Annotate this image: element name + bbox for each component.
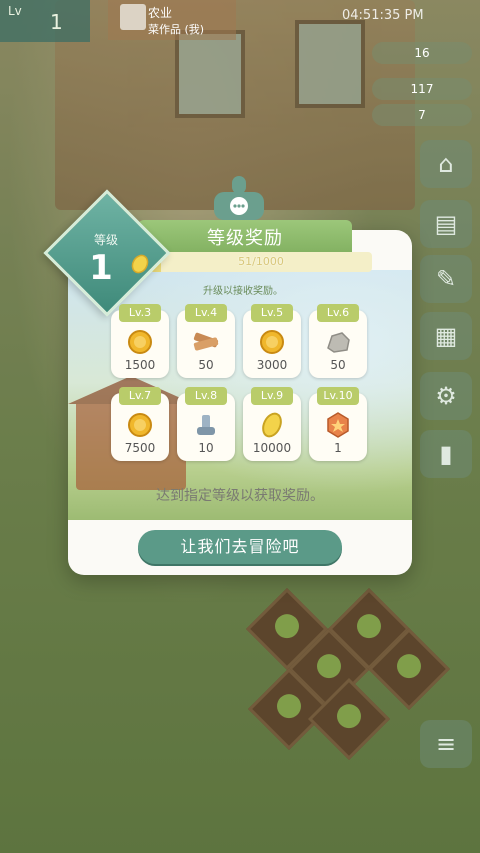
reward-amount: 3000 bbox=[256, 358, 288, 372]
reward-card[interactable]: Lv.4 50 bbox=[177, 304, 235, 378]
calendar-icon[interactable]: ▦ bbox=[420, 312, 472, 360]
adventure-button[interactable]: 让我们去冒险吧 bbox=[138, 530, 342, 564]
tools-icon[interactable]: ✎ bbox=[420, 255, 472, 303]
reward-amount: 1 bbox=[334, 441, 342, 455]
reward-card[interactable]: Lv.9 10000 bbox=[243, 387, 301, 461]
reward-level-tag: Lv.8 bbox=[185, 387, 227, 405]
reward-amount: 7500 bbox=[124, 441, 156, 455]
gold-coin-icon bbox=[128, 413, 152, 437]
reward-level-tag: Lv.10 bbox=[317, 387, 359, 405]
reward-card[interactable]: Lv.3 1500 bbox=[111, 304, 169, 378]
stat-pill-2: 117 bbox=[372, 78, 472, 100]
reward-amount: 10000 bbox=[252, 441, 292, 455]
reward-card[interactable]: Lv.6 50 bbox=[309, 304, 367, 378]
reward-level-tag: Lv.5 bbox=[251, 304, 293, 322]
reward-level-tag: Lv.6 bbox=[317, 304, 359, 322]
panel-title-text: 等级奖励 bbox=[207, 228, 283, 249]
gear-icon[interactable]: ⚙ bbox=[420, 372, 472, 420]
reward-amount: 10 bbox=[198, 441, 214, 455]
metal-bolt-icon bbox=[197, 415, 215, 435]
stone-icon bbox=[327, 332, 350, 353]
stats-icon[interactable]: ▮ bbox=[420, 430, 472, 478]
stat-2-value: 117 bbox=[410, 82, 434, 96]
clock: 04:51:35 PM bbox=[342, 8, 424, 23]
gold-coin-icon bbox=[260, 330, 284, 354]
reward-level-tag: Lv.3 bbox=[119, 304, 161, 322]
exp-text: 51/1000 bbox=[238, 255, 284, 268]
wood-plank-icon bbox=[193, 332, 219, 351]
quest-scroll-icon[interactable]: ≡ bbox=[420, 720, 472, 768]
player-level-box[interactable]: Lv 1 bbox=[0, 0, 90, 42]
badge-label: 等级 bbox=[93, 233, 118, 247]
badge-level: 1 bbox=[89, 248, 113, 288]
reward-card[interactable]: Lv.5 3000 bbox=[243, 304, 301, 378]
exp-hint: 升级以接收奖励。 bbox=[203, 286, 283, 297]
shop-icon[interactable]: ⌂ bbox=[420, 140, 472, 188]
stat-pill-3: 7 bbox=[372, 104, 472, 126]
reward-card[interactable]: Lv.8 10 bbox=[177, 387, 235, 461]
reward-card[interactable]: Lv.7 7500 bbox=[111, 387, 169, 461]
orange-badge-icon bbox=[327, 412, 349, 438]
profile-line2: 菜作品 (我) bbox=[148, 23, 205, 36]
leaf-icon bbox=[131, 254, 149, 274]
exp-progress-bar: 51/1000 bbox=[150, 252, 372, 272]
profile-line1: 农业 bbox=[148, 6, 173, 20]
profile-card[interactable]: 农业 菜作品 (我) bbox=[108, 0, 236, 40]
chat-clip-icon bbox=[214, 176, 264, 220]
reward-level-tag: Lv.4 bbox=[185, 304, 227, 322]
reward-amount: 1500 bbox=[124, 358, 156, 372]
reward-card[interactable]: Lv.10 1 bbox=[309, 387, 367, 461]
stat-1-value: 16 bbox=[414, 46, 430, 60]
reward-description: 达到指定等级以获取奖励。 bbox=[156, 488, 324, 504]
stat-pill-1: 16 bbox=[372, 42, 472, 64]
reward-amount: 50 bbox=[198, 358, 214, 372]
leaf-gem-icon bbox=[262, 412, 282, 438]
level-prefix: Lv bbox=[8, 4, 22, 18]
player-level: 1 bbox=[50, 10, 63, 34]
stat-3-value: 7 bbox=[418, 108, 426, 122]
gold-coin-icon bbox=[128, 330, 152, 354]
avatar bbox=[120, 4, 146, 30]
warehouse-icon[interactable]: ▤ bbox=[420, 200, 472, 248]
reward-level-tag: Lv.9 bbox=[251, 387, 293, 405]
reward-amount: 50 bbox=[330, 358, 346, 372]
reward-level-tag: Lv.7 bbox=[119, 387, 161, 405]
